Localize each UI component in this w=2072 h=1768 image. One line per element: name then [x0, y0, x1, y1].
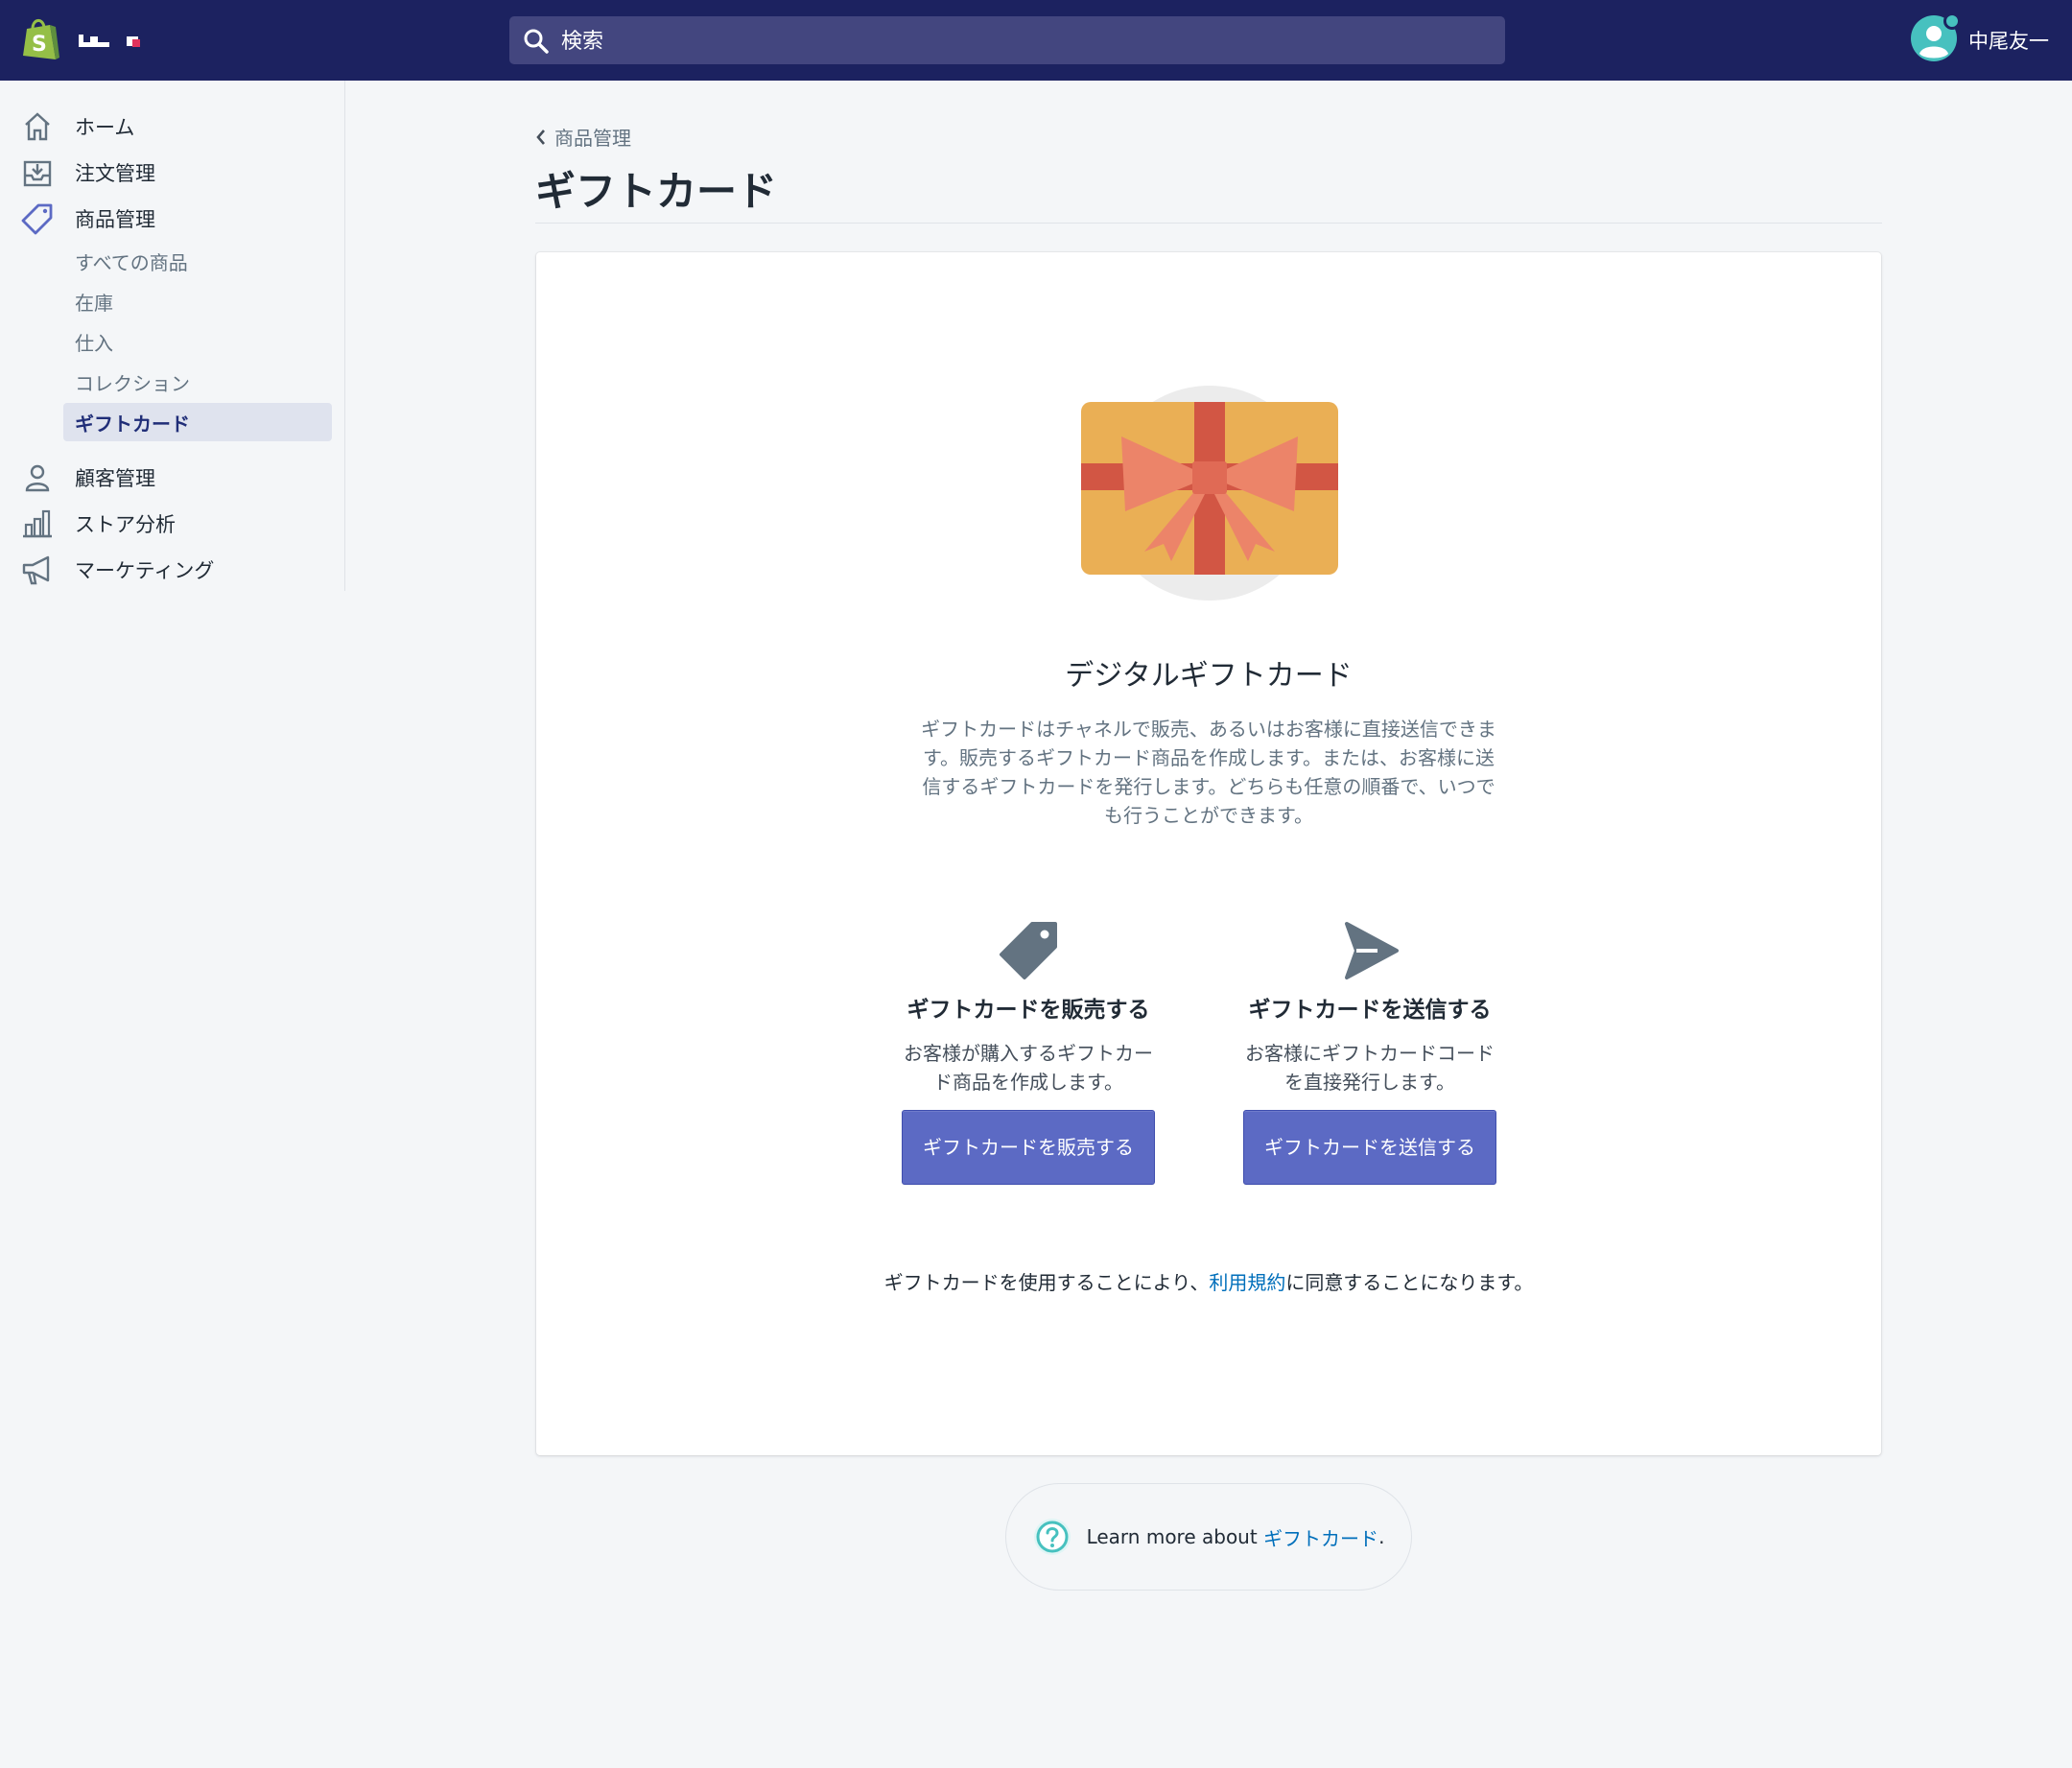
- sidebar-subitem-label: 仕入: [75, 331, 113, 355]
- option-description: お客様にギフトカードコードを直接発行します。: [1245, 1042, 1495, 1094]
- sidebar-subitem-all-products[interactable]: すべての商品: [63, 242, 332, 280]
- send-gift-card-option: ギフトカードを送信する お客様にギフトカードコードを直接発行します。 ギフトカー…: [1243, 918, 1496, 1185]
- breadcrumb-back-link[interactable]: 商品管理: [535, 123, 631, 151]
- sidebar-subitem-label: コレクション: [75, 371, 190, 395]
- sidebar-subitem-gift-cards[interactable]: ギフトカード: [63, 403, 332, 441]
- person-icon: [25, 464, 50, 492]
- terms-text-after: に同意することになります。: [1285, 1271, 1534, 1294]
- gift-card-illustration: [1081, 386, 1338, 601]
- help-gift-cards-link[interactable]: ギフトカード: [1263, 1523, 1378, 1551]
- sidebar-item-label: 顧客管理: [75, 467, 155, 490]
- footer-help: Learn more about ギフトカード.: [1005, 1483, 1412, 1591]
- search-icon: [524, 29, 549, 54]
- terms-of-service-link[interactable]: 利用規約: [1209, 1271, 1285, 1294]
- sidebar-item-label: マーケティング: [75, 559, 215, 582]
- price-tag-icon: [1000, 922, 1057, 979]
- send-icon: [1345, 922, 1399, 979]
- sidebar-subitem-label: すべての商品: [75, 250, 188, 274]
- help-question-icon: [1033, 1519, 1071, 1555]
- card-description: ギフトカードはチャネルで販売、あるいはお客様に直接送信できます。販売するギフトカ…: [921, 718, 1496, 827]
- breadcrumb-label: 商品管理: [554, 127, 631, 150]
- sidebar-subitem-label: ギフトカード: [75, 412, 190, 436]
- sidebar: ホーム 注文管理 商品管理 すべての商品 在庫 仕入 コレクション ギフトカード: [0, 81, 345, 591]
- tag-icon: [21, 203, 53, 235]
- sidebar-item-label: ストア分析: [75, 513, 176, 536]
- sell-gift-card-option: ギフトカードを販売する お客様が購入するギフトカード商品を作成します。 ギフトカ…: [902, 918, 1155, 1185]
- sidebar-subitem-collections[interactable]: コレクション: [63, 363, 332, 401]
- terms-notice: ギフトカードを使用することにより、利用規約に同意することになります。: [536, 1267, 1881, 1295]
- terms-text-before: ギフトカードを使用することにより、: [883, 1271, 1210, 1294]
- gift-card-empty-state-card: デジタルギフトカード ギフトカードはチャネルで販売、あるいはお客様に直接送信でき…: [536, 252, 1881, 1455]
- top-bar: S 中尾友一: [0, 0, 2072, 81]
- user-name: 中尾友一: [1968, 30, 2049, 53]
- notification-dot: [1943, 12, 1961, 30]
- orders-icon: [23, 160, 52, 187]
- analytics-icon: [23, 509, 52, 538]
- sidebar-item-label: ホーム: [75, 116, 135, 139]
- sidebar-subitem-inventory[interactable]: 在庫: [63, 282, 332, 320]
- page-title: ギフトカード: [535, 168, 778, 215]
- search-input[interactable]: [559, 16, 1484, 66]
- megaphone-icon: [22, 555, 50, 585]
- option-title: ギフトカードを送信する: [1248, 998, 1492, 1023]
- send-gift-card-button[interactable]: ギフトカードを送信する: [1243, 1110, 1496, 1185]
- sidebar-item-label: 注文管理: [75, 162, 155, 185]
- sell-gift-card-button[interactable]: ギフトカードを販売する: [902, 1110, 1155, 1185]
- sidebar-subitem-label: 在庫: [75, 291, 113, 315]
- card-heading: デジタルギフトカード: [1065, 659, 1353, 693]
- svg-text:S: S: [32, 33, 47, 57]
- user-menu[interactable]: 中尾友一: [1911, 12, 2049, 65]
- help-prefix: Learn more about: [1086, 1525, 1258, 1548]
- search-bar[interactable]: [509, 16, 1505, 66]
- title-divider: [535, 223, 1882, 224]
- option-title: ギフトカードを販売する: [906, 998, 1150, 1023]
- shopify-logo-icon[interactable]: S: [21, 17, 61, 61]
- avatar[interactable]: [1911, 12, 1961, 65]
- help-suffix: .: [1378, 1525, 1385, 1548]
- option-description: お客様が購入するギフトカード商品を作成します。: [904, 1042, 1153, 1094]
- home-icon: [25, 112, 50, 141]
- chevron-left-icon: [536, 129, 545, 145]
- sidebar-item-label: 商品管理: [75, 208, 155, 231]
- sidebar-subitem-purchasing[interactable]: 仕入: [63, 322, 332, 361]
